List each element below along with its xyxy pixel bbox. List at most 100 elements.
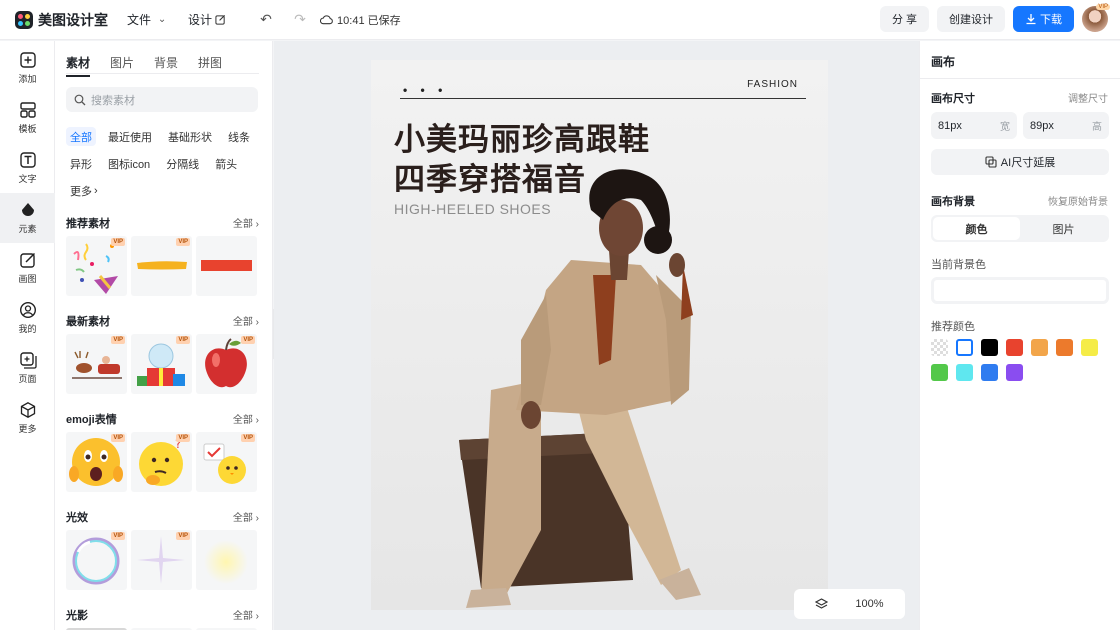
rail-more[interactable]: 更多 xyxy=(0,393,55,443)
rail-add-label: 添加 xyxy=(18,74,37,84)
section-emoji: emoji表情 全部 › VIP ? VIP VIP xyxy=(66,411,259,492)
top-bar: 美图设计室 文件 ⌄ 设计 ↶ ↷ 10:41 已保存 分 享 创建设计 下载 V… xyxy=(0,0,1120,40)
height-field[interactable]: 89px 高 xyxy=(1023,112,1109,139)
see-all-link[interactable]: 全部 › xyxy=(233,411,259,426)
resize-link[interactable]: 调整尺寸 xyxy=(1068,90,1108,106)
ai-resize-button[interactable]: AI尺寸延展 xyxy=(931,149,1109,175)
recommended-colors-label: 推荐颜色 xyxy=(931,321,975,333)
rail-template[interactable]: 模板 xyxy=(0,93,55,143)
chip-lines[interactable]: 线条 xyxy=(224,127,254,146)
color-swatch[interactable] xyxy=(956,339,973,356)
undo-icon[interactable]: ↶ xyxy=(258,11,274,28)
subtitle-text[interactable]: HIGH-HEELED SHOES xyxy=(394,201,551,217)
file-menu[interactable]: 文件 ⌄ xyxy=(127,11,170,28)
color-swatches xyxy=(931,339,1111,381)
share-button[interactable]: 分 享 xyxy=(879,6,929,32)
bg-type-toggle: 颜色 图片 xyxy=(931,215,1109,242)
chip-recent[interactable]: 最近使用 xyxy=(104,127,156,146)
color-swatch[interactable] xyxy=(1081,339,1098,356)
rail-draw[interactable]: 画图 xyxy=(0,243,55,293)
color-swatch[interactable] xyxy=(956,364,973,381)
search-input[interactable]: 搜索素材 xyxy=(66,87,258,112)
vip-badge: VIP xyxy=(111,238,125,246)
rail-element[interactable]: 元素 xyxy=(0,193,55,243)
color-swatch[interactable] xyxy=(1006,339,1023,356)
headline-line-2: 四季穿搭福音 xyxy=(394,162,586,198)
create-design-button[interactable]: 创建设计 xyxy=(937,6,1005,32)
tab-backgrounds[interactable]: 背景 xyxy=(154,54,178,71)
redo-icon[interactable]: ↷ xyxy=(292,11,308,28)
section-light-shadow: 光影 全部 › xyxy=(66,607,259,630)
user-avatar[interactable]: VIP xyxy=(1082,4,1110,32)
current-color-swatch[interactable] xyxy=(931,277,1109,304)
artboard[interactable]: • • • FASHION 小美玛丽珍高跟鞋 四季穿搭福音 HIGH-HEELE… xyxy=(371,60,828,610)
thumb-chick-emoji[interactable]: VIP xyxy=(196,432,257,492)
chip-irregular[interactable]: 异形 xyxy=(66,154,96,173)
download-button[interactable]: 下载 xyxy=(1013,6,1074,32)
thumb-red-apple[interactable]: VIP xyxy=(196,334,257,394)
color-swatch[interactable] xyxy=(1031,339,1048,356)
tab-images[interactable]: 图片 xyxy=(110,54,134,71)
chip-more[interactable]: 更多 › xyxy=(66,181,102,200)
save-status-text: 10:41 已保存 xyxy=(337,14,401,27)
segment-image[interactable]: 图片 xyxy=(1020,217,1107,240)
app-logo[interactable]: 美图设计室 xyxy=(15,10,108,30)
rail-add[interactable]: 添加 xyxy=(0,43,55,93)
inspector-divider xyxy=(920,78,1120,79)
layers-icon[interactable] xyxy=(815,597,829,611)
color-swatch[interactable] xyxy=(1006,364,1023,381)
thumb-snow-globe-gift[interactable]: VIP xyxy=(131,334,192,394)
height-value: 89px xyxy=(1030,119,1054,132)
tab-materials[interactable]: 素材 xyxy=(66,54,91,77)
chip-arrows[interactable]: 箭头 xyxy=(211,154,241,173)
headline-text[interactable]: 小美玛丽珍高跟鞋 四季穿搭福音 xyxy=(394,120,650,200)
design-menu[interactable]: 设计 xyxy=(188,11,226,28)
see-all-link[interactable]: 全部 › xyxy=(232,509,259,524)
see-all-link[interactable]: 全部 › xyxy=(232,607,259,622)
search-placeholder: 搜索素材 xyxy=(91,94,135,107)
thumb-bubble-ring[interactable]: VIP xyxy=(66,530,127,590)
thumb-soft-glow[interactable] xyxy=(196,530,257,590)
thumb-yellow-brush-stroke[interactable]: VIP xyxy=(131,236,192,296)
thumb-thinking-emoji[interactable]: ? VIP xyxy=(131,432,192,492)
rail-mine-label: 我的 xyxy=(18,324,37,334)
see-all-link[interactable]: 全部 › xyxy=(233,215,259,230)
inspector-panel: 画布 画布尺寸 调整尺寸 81px 宽 89px 高 AI尺寸延展 画布背景 恢复原… xyxy=(919,41,1120,630)
segment-color[interactable]: 颜色 xyxy=(933,217,1020,240)
chip-dividers[interactable]: 分隔线 xyxy=(162,154,203,173)
rail-mine[interactable]: 我的 xyxy=(0,293,55,343)
color-swatch[interactable] xyxy=(981,339,998,356)
chip-icons[interactable]: 图标icon xyxy=(104,154,154,173)
chip-basic-shapes[interactable]: 基础形状 xyxy=(164,127,216,146)
search-icon xyxy=(74,94,86,105)
color-swatch[interactable] xyxy=(981,364,998,381)
current-bg-label: 当前背景色 xyxy=(931,259,986,271)
decor-dots: • • • xyxy=(403,83,448,97)
see-all-label: 全部 xyxy=(232,611,253,622)
color-swatch[interactable] xyxy=(1056,339,1073,356)
zoom-value[interactable]: 100% xyxy=(855,598,883,610)
rail-page[interactable]: 页面 xyxy=(0,343,55,393)
vip-badge: VIP xyxy=(176,336,190,344)
vip-badge: VIP xyxy=(111,336,125,344)
thumb-reindeer-sleigh[interactable]: VIP xyxy=(66,334,127,394)
chip-all[interactable]: 全部 xyxy=(66,127,96,146)
thumb-star-sparkle[interactable]: VIP xyxy=(131,530,192,590)
see-all-link[interactable]: 全部 › xyxy=(233,313,259,328)
brand-text[interactable]: FASHION xyxy=(747,79,798,90)
cloud-icon xyxy=(320,15,333,25)
element-icon xyxy=(21,203,34,216)
color-swatch[interactable] xyxy=(931,364,948,381)
zoom-control[interactable]: 100% xyxy=(794,589,905,619)
restore-bg-link[interactable]: 恢复原始背景 xyxy=(1048,193,1108,209)
see-all-label: 全部 xyxy=(232,513,253,524)
ai-resize-label: AI尺寸延展 xyxy=(1000,157,1056,169)
thumb-shocked-emoji[interactable]: VIP xyxy=(66,432,127,492)
thumb-party-popper[interactable]: VIP xyxy=(66,236,127,296)
thumb-red-bar[interactable] xyxy=(196,236,257,296)
color-swatch[interactable] xyxy=(931,339,948,356)
width-field[interactable]: 81px 宽 xyxy=(931,112,1017,139)
rail-text[interactable]: 文字 xyxy=(0,143,55,193)
section-title: 推荐素材 xyxy=(66,218,110,230)
tab-collage[interactable]: 拼图 xyxy=(198,54,222,71)
